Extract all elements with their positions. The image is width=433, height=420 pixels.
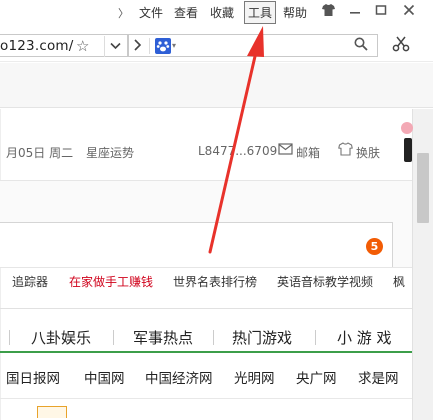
star-icon[interactable]: ☆ [76,37,89,55]
scrollbar[interactable] [412,109,433,420]
category-tab[interactable]: 八卦娱乐 [31,327,91,348]
site-link[interactable]: 中国网 [84,367,125,387]
divider [0,308,412,309]
user-account[interactable]: L8477...6709 [198,144,277,158]
site-link[interactable]: 中国经济网 [145,367,213,387]
search-icon[interactable] [354,37,368,55]
divider [213,330,214,345]
menu-favorites[interactable]: 收藏 [210,4,234,21]
mail-link[interactable]: 邮箱 [296,144,320,161]
site-link[interactable]: 光明网 [234,367,275,387]
hotlink-item[interactable]: 世界名表排行榜 [173,273,257,290]
address-bar: o123.com/ ☆ ▾ [0,28,433,62]
close-icon[interactable] [403,3,415,21]
site-link[interactable]: 求是网 [358,367,399,387]
category-tab[interactable]: 军事热点 [133,327,193,348]
date-text: 月05日 周二 [6,146,74,160]
maximize-icon[interactable] [375,3,387,21]
shirt-icon[interactable] [322,4,335,19]
site-links: 国日报网 中国网 中国经济网 光明网 央广网 求是网 [0,365,412,387]
menu-tools[interactable]: 工具 [244,1,277,24]
hotlink-item[interactable]: 英语音标教学视频 [277,273,373,290]
chevron-right-icon[interactable] [133,37,142,57]
chevron-down-icon[interactable] [104,36,126,57]
shirt-icon[interactable] [338,142,353,160]
notification-badge[interactable]: 5 [366,238,383,255]
avatar[interactable] [401,122,413,134]
info-bar: 月05日 周二 星座运势 L8477...6709 邮箱 换肤 [0,141,412,163]
divider [315,330,316,345]
toolbar-area [0,63,433,108]
horoscope-link[interactable]: 星座运势 [86,144,134,161]
hot-links: 追踪器 在家做手工赚钱 世界名表排行榜 英语音标教学视频 枫 [0,270,412,292]
engine-dropdown-icon[interactable]: ▾ [172,41,176,50]
skin-link[interactable]: 换肤 [356,144,380,161]
minimize-icon[interactable] [349,3,361,21]
divider [113,330,114,345]
hotlink-item[interactable]: 追踪器 [12,273,48,290]
menu-view[interactable]: 查看 [174,4,198,21]
site-link[interactable]: 央广网 [296,367,337,387]
divider [0,398,412,399]
category-tab[interactable]: 热门游戏 [232,327,292,348]
mail-icon[interactable] [278,143,293,159]
category-tabs: 八卦娱乐 军事热点 热门游戏 小 游 戏 [0,323,412,353]
url-field[interactable]: o123.com/ ☆ [0,34,128,57]
divider [149,38,150,54]
page-search-input[interactable] [0,222,393,267]
menu-expand-icon[interactable]: 〉 [118,5,129,21]
menu-file[interactable]: 文件 [139,4,163,21]
scrollbar-thumb[interactable] [417,153,429,223]
search-panel [0,180,412,268]
hotlink-item[interactable]: 在家做手工赚钱 [69,273,153,290]
hotlink-item[interactable]: 枫 [393,273,405,290]
scissors-icon[interactable] [392,36,410,57]
site-link[interactable]: 国日报网 [6,367,60,387]
menu-help[interactable]: 帮助 [283,4,307,21]
menu-bar: 〉 文件 查看 收藏 工具 帮助 [0,0,433,26]
label-tag [37,406,67,418]
url-text: o123.com/ [0,38,74,54]
search-input[interactable]: ▾ [128,34,378,57]
divider [9,330,10,345]
category-tab[interactable]: 小 游 戏 [337,327,392,348]
paw-icon[interactable] [155,38,171,54]
